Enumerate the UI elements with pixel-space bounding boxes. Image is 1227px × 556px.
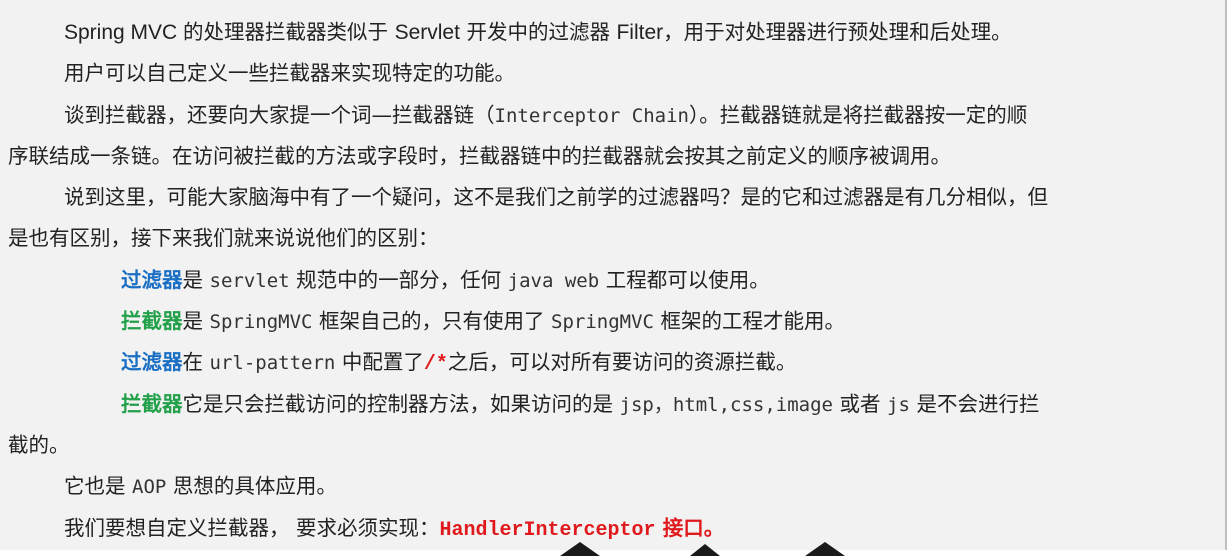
text-fragment: 我们要想自定义拦截器， 要求必须实现： [64, 515, 440, 540]
term-interceptor: 拦截器 [121, 391, 183, 416]
text-fragment: 序联结成一条链。在访问被拦截的方法或字段时，拦截器链中的拦截器就会按其之前定义的… [8, 143, 951, 168]
text-fragment: 中配置了 [335, 350, 424, 375]
text-fragment: 截的。 [8, 432, 70, 457]
paragraph-intro: Spring MVC 的处理器拦截器类似于 Servlet 开发中的过滤器 Fi… [0, 16, 1225, 57]
code-fragment: java web [507, 269, 600, 292]
text-fragment: 框架自己的，只有使用了 [312, 309, 552, 334]
code-fragment: js [887, 393, 910, 416]
code-fragment: SpringMVC [209, 311, 313, 334]
text-fragment: 说到这里，可能大家脑海中有了一个疑问，这不是我们之前学的过滤器吗？是的它和过滤器… [64, 185, 1048, 210]
code-fragment: jsp，html,css,image [619, 393, 833, 416]
text-fragment: Spring MVC [64, 21, 184, 44]
text-fragment: 是 [182, 267, 210, 292]
text-fragment: 或者 [832, 391, 888, 416]
code-fragment: Interceptor Chain [494, 104, 689, 127]
code-fragment: url-pattern [209, 352, 336, 375]
text-fragment: 的处理器拦截器类似于 [183, 20, 395, 44]
term-interceptor: 拦截器 [121, 309, 183, 334]
list-item-filter-servlet: 过滤器是 servlet 规范中的一部分，任何 java web 工程都可以使用… [0, 264, 1225, 305]
list-item-filter-url-pattern: 过滤器在 url-pattern 中配置了/*之后，可以对所有要访问的资源拦截。 [0, 346, 1225, 387]
text-fragment: 框架的工程才能用。 [653, 309, 846, 334]
text-fragment: 接口。 [655, 515, 725, 540]
text-fragment: 在 [182, 350, 210, 375]
term-filter: 过滤器 [121, 267, 183, 292]
paragraph-chain-line2: 序联结成一条链。在访问被拦截的方法或字段时，拦截器链中的拦截器就会按其之前定义的… [0, 140, 1225, 181]
text-fragment: 它也是 [64, 474, 133, 499]
paragraph-custom: 用户可以自己定义一些拦截器来实现特定的功能。 [0, 57, 1225, 98]
text-fragment: ，用于对处理器进行预处理和后处理。 [663, 20, 1012, 44]
text-fragment: 用户可以自己定义一些拦截器来实现特定的功能。 [64, 61, 515, 86]
watermark-shape [560, 542, 845, 556]
list-item-interceptor-controller-cont: 截的。 [0, 429, 1225, 470]
paragraph-aop: 它也是 AOP 思想的具体应用。 [0, 470, 1225, 511]
text-fragment: Filter [616, 21, 664, 44]
text-fragment: 是 [182, 309, 210, 334]
text-fragment: 思想的具体应用。 [166, 474, 337, 499]
paragraph-question-line2: 是也有区别，接下来我们就来说说他们的区别： [0, 222, 1225, 263]
text-fragment: 工程都可以使用。 [599, 267, 770, 292]
text-fragment: ）。拦截器链就是将拦截器按一定的顺 [688, 102, 1028, 127]
list-item-interceptor-springmvc: 拦截器是 SpringMVC 框架自己的，只有使用了 SpringMVC 框架的… [0, 305, 1225, 346]
text-fragment: 之后，可以对所有要访问的资源拦截。 [447, 350, 797, 375]
text-fragment: 谈到拦截器，还要向大家提一个词—拦截器链（ [64, 102, 495, 127]
text-fragment: Servlet [394, 21, 460, 44]
document-panel: Spring MVC 的处理器拦截器类似于 Servlet 开发中的过滤器 Fi… [0, 0, 1227, 550]
paragraph-question-line1: 说到这里，可能大家脑海中有了一个疑问，这不是我们之前学的过滤器吗？是的它和过滤器… [0, 181, 1225, 222]
term-filter: 过滤器 [121, 350, 183, 375]
code-fragment: servlet [209, 269, 290, 292]
text-fragment: 开发中的过滤器 [459, 20, 617, 44]
text-fragment: 是不会进行拦 [909, 391, 1040, 416]
text-fragment: 是也有区别，接下来我们就来说说他们的区别： [8, 226, 439, 251]
text-fragment: 规范中的一部分，任何 [289, 267, 508, 292]
code-fragment: AOP [132, 476, 167, 499]
code-fragment: SpringMVC [551, 311, 654, 334]
text-fragment: 它是只会拦截访问的控制器方法，如果访问的是 [182, 391, 620, 416]
paragraph-chain-line1: 谈到拦截器，还要向大家提一个词—拦截器链（Interceptor Chain）。… [0, 99, 1225, 140]
list-item-interceptor-controller: 拦截器它是只会拦截访问的控制器方法，如果访问的是 jsp，html,css,im… [0, 388, 1225, 429]
highlight-wildcard: /* [423, 353, 448, 377]
